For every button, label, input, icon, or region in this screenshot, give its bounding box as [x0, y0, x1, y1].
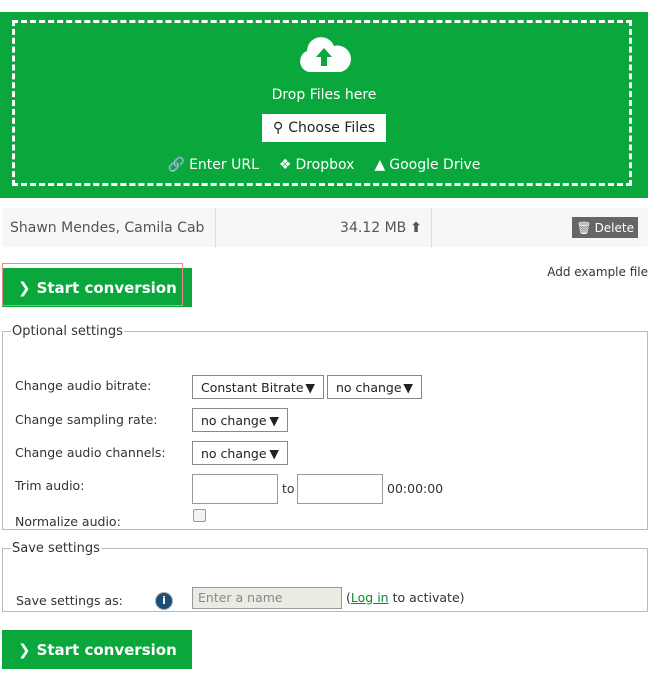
bitrate-label: Change audio bitrate: — [15, 378, 152, 393]
info-icon[interactable]: i — [155, 592, 173, 610]
bitrate-value: no change — [336, 379, 402, 395]
audio-channels-select[interactable]: no change ▼ — [192, 441, 288, 465]
bitrate-mode-select[interactable]: Constant Bitrate ▼ — [192, 375, 324, 399]
trim-label: Trim audio: — [15, 478, 85, 493]
dropbox-label: Dropbox — [295, 157, 355, 173]
trim-end-input[interactable] — [297, 474, 383, 504]
upload-icon: ⬆ — [410, 219, 422, 236]
enter-url-link[interactable]: 🔗 Enter URL — [168, 157, 259, 173]
log-in-link[interactable]: Log in — [351, 590, 389, 605]
channels-label: Change audio channels: — [15, 445, 166, 460]
optional-settings: Optional settings Change audio bitrate: … — [2, 324, 648, 530]
start-conversion-label: Start conversion — [36, 640, 177, 659]
delete-label: Delete — [594, 220, 634, 235]
save-settings-label: Save settings as: — [16, 593, 123, 608]
channels-value: no change — [201, 445, 267, 461]
activate-text: to activate) — [388, 590, 465, 605]
divider — [215, 208, 216, 247]
trim-to-label: to — [282, 481, 295, 496]
dropdown-arrow-icon: ▼ — [269, 445, 279, 461]
settings-name-input[interactable]: Enter a name — [192, 587, 342, 609]
dropdown-arrow-icon: ▼ — [305, 379, 315, 395]
file-size: 34.12 MB — [340, 219, 407, 236]
dropbox-icon: ❖ — [278, 157, 292, 173]
google-drive-link[interactable]: ▲ Google Drive — [374, 157, 480, 173]
search-icon: ⚲ — [272, 120, 284, 136]
file-row: Shawn Mendes, Camila Cab 34.12 MB ⬆ 🗑 Dele… — [2, 208, 648, 247]
dropbox-link[interactable]: ❖ Dropbox — [279, 157, 355, 173]
dropdown-arrow-icon: ▼ — [269, 412, 279, 428]
bitrate-mode-value: Constant Bitrate — [201, 379, 304, 395]
sampling-rate-select[interactable]: no change ▼ — [192, 408, 288, 432]
divider — [431, 208, 432, 247]
trash-icon: 🗑 — [576, 220, 592, 235]
enter-url-label: Enter URL — [189, 157, 259, 173]
sampling-value: no change — [201, 412, 267, 428]
file-size-cell: 34.12 MB ⬆ — [340, 208, 422, 247]
trim-duration: 00:00:00 — [387, 481, 444, 496]
file-drop-zone[interactable]: Drop Files here ⚲ Choose Files 🔗 Enter UR… — [0, 12, 648, 198]
normalize-checkbox[interactable] — [193, 509, 206, 522]
choose-files-button[interactable]: ⚲ Choose Files — [262, 114, 386, 142]
dropdown-arrow-icon: ▼ — [403, 379, 413, 395]
start-conversion-button-bottom[interactable]: ❯ Start conversion — [2, 630, 192, 669]
save-settings-legend: Save settings — [12, 541, 100, 556]
normalize-label: Normalize audio: — [15, 514, 121, 529]
optional-settings-legend: Optional settings — [12, 324, 123, 339]
sampling-label: Change sampling rate: — [15, 412, 158, 427]
link-icon: 🔗 — [167, 157, 186, 173]
google-drive-icon: ▲ — [374, 157, 386, 173]
chevron-right-icon: ❯ — [18, 278, 31, 297]
chevron-right-icon: ❯ — [18, 640, 31, 659]
start-conversion-label: Start conversion — [36, 278, 177, 297]
file-name: Shawn Mendes, Camila Cab — [10, 219, 205, 236]
delete-button[interactable]: 🗑 Delete — [572, 217, 638, 238]
add-example-file-link[interactable]: Add example file — [547, 265, 648, 279]
cloud-upload-icon — [300, 37, 351, 72]
start-conversion-button[interactable]: ❯ Start conversion — [2, 268, 192, 307]
google-drive-label: Google Drive — [389, 157, 481, 173]
bitrate-value-select[interactable]: no change ▼ — [327, 375, 422, 399]
trim-start-input[interactable] — [192, 474, 278, 504]
save-settings: Save settings Save settings as: i Enter … — [2, 541, 648, 612]
drop-files-text: Drop Files here — [271, 87, 377, 103]
choose-files-label: Choose Files — [288, 120, 376, 136]
